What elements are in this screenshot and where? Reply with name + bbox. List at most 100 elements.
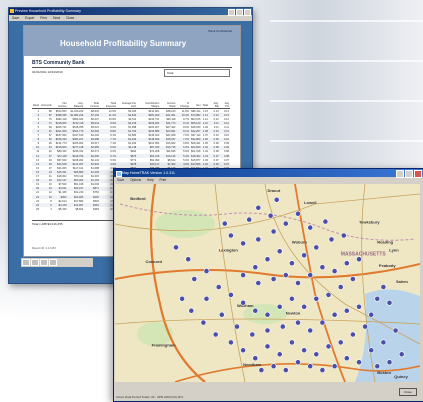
household-pin[interactable] (276, 248, 283, 255)
household-pin[interactable] (337, 339, 344, 346)
household-pin[interactable] (276, 303, 283, 310)
household-pin[interactable] (258, 367, 265, 373)
household-pin[interactable] (319, 367, 326, 373)
menu-item-print[interactable]: Print (160, 178, 167, 182)
household-pin[interactable] (240, 240, 247, 247)
household-pin[interactable] (179, 295, 185, 302)
menu-item-print[interactable]: Print (40, 16, 47, 20)
menu-item-options[interactable]: Options (130, 178, 141, 182)
household-pin[interactable] (188, 307, 195, 314)
household-pin[interactable] (325, 292, 332, 298)
household-pin[interactable] (270, 363, 277, 370)
household-pin[interactable] (218, 311, 225, 318)
last-page-button[interactable] (49, 259, 57, 266)
first-page-button[interactable] (22, 259, 30, 266)
household-pin[interactable] (212, 331, 219, 338)
map-window[interactable]: Map HomeTRAK Version 1.0.311 Save Option… (113, 168, 423, 402)
menu-item-close[interactable]: Close (66, 16, 74, 20)
household-pin[interactable] (374, 363, 381, 370)
next-page-button[interactable] (40, 259, 48, 266)
household-pin[interactable] (295, 359, 301, 366)
household-pin[interactable] (252, 307, 259, 314)
household-pin[interactable] (337, 284, 344, 290)
map-window-titlebar[interactable]: Map HomeTRAK Version 1.0.311 (114, 169, 423, 178)
household-pin[interactable] (264, 343, 271, 350)
household-pin[interactable] (276, 351, 283, 358)
household-pin[interactable] (343, 307, 350, 314)
household-pin[interactable] (255, 280, 262, 286)
household-pin[interactable] (386, 359, 393, 366)
household-pin[interactable] (343, 355, 350, 362)
household-pin[interactable] (313, 351, 320, 358)
close-button[interactable] (244, 9, 251, 16)
menu-item-help[interactable]: Help (147, 178, 154, 182)
household-pin[interactable] (313, 244, 320, 251)
household-pin[interactable] (313, 295, 320, 302)
household-pin[interactable] (368, 347, 375, 354)
household-pin[interactable] (200, 319, 207, 326)
household-pin[interactable] (307, 272, 314, 278)
household-pin[interactable] (340, 232, 347, 239)
household-pin[interactable] (246, 216, 253, 223)
household-pin[interactable] (255, 236, 262, 243)
household-pin[interactable] (301, 347, 307, 354)
household-pin[interactable] (362, 323, 368, 330)
household-pin[interactable] (288, 260, 295, 267)
household-pin[interactable] (282, 220, 289, 227)
menu-item-export[interactable]: Export (25, 16, 34, 20)
household-pin[interactable] (392, 327, 399, 334)
household-pin[interactable] (252, 355, 259, 362)
household-pin[interactable] (331, 268, 338, 274)
household-pin[interactable] (356, 359, 362, 366)
household-pin[interactable] (343, 260, 350, 267)
household-pin[interactable] (273, 196, 280, 203)
household-pin[interactable] (282, 367, 289, 373)
household-pin[interactable] (264, 327, 271, 334)
household-pin[interactable] (255, 204, 262, 211)
household-pin[interactable] (328, 236, 335, 243)
household-pin[interactable] (307, 363, 314, 370)
household-pin[interactable] (295, 319, 301, 326)
household-pin[interactable] (240, 272, 247, 278)
household-pin[interactable] (279, 323, 286, 330)
household-pin[interactable] (203, 295, 210, 302)
household-pin[interactable] (307, 224, 314, 231)
map-canvas[interactable]: Bedford Dracut Lowell Tewksbury Lexington Con… (115, 184, 420, 382)
household-pin[interactable] (374, 295, 381, 302)
report-window-titlebar[interactable]: Preview Household Profitability Summary (9, 8, 252, 16)
household-pin[interactable] (380, 284, 387, 290)
household-pin[interactable] (252, 264, 259, 271)
household-pin[interactable] (173, 244, 179, 251)
household-pin[interactable] (319, 319, 326, 326)
household-pin[interactable] (322, 218, 329, 225)
household-pin[interactable] (386, 299, 393, 306)
household-pin[interactable] (301, 303, 307, 310)
household-pin[interactable] (295, 210, 301, 217)
map-close-button[interactable]: Close (399, 388, 417, 396)
household-pin[interactable] (325, 343, 332, 350)
maximize-button[interactable] (236, 9, 243, 16)
household-pin[interactable] (249, 331, 256, 338)
household-pin[interactable] (380, 339, 387, 346)
household-pin[interactable] (191, 276, 198, 282)
household-pin[interactable] (228, 339, 234, 346)
maximize-button[interactable] (405, 170, 413, 178)
household-pin[interactable] (301, 252, 307, 259)
household-pin[interactable] (234, 323, 240, 330)
household-pin[interactable] (288, 295, 295, 302)
map-view[interactable]: Bedford Dracut Lowell Tewksbury Lexington Con… (115, 184, 420, 382)
household-pin[interactable] (267, 212, 274, 219)
menu-item-send[interactable]: Send (53, 16, 60, 20)
household-pin[interactable] (228, 232, 234, 239)
household-pin[interactable] (319, 264, 326, 271)
household-pin[interactable] (288, 339, 295, 346)
household-pin[interactable] (240, 299, 247, 306)
household-pin[interactable] (331, 363, 338, 370)
household-pin[interactable] (356, 256, 362, 263)
household-pin[interactable] (398, 351, 405, 358)
household-pin[interactable] (295, 280, 301, 286)
menu-item-save[interactable]: Save (12, 16, 19, 20)
household-pin[interactable] (240, 347, 247, 354)
prev-page-button[interactable] (31, 259, 39, 266)
minimize-button[interactable] (228, 9, 235, 16)
